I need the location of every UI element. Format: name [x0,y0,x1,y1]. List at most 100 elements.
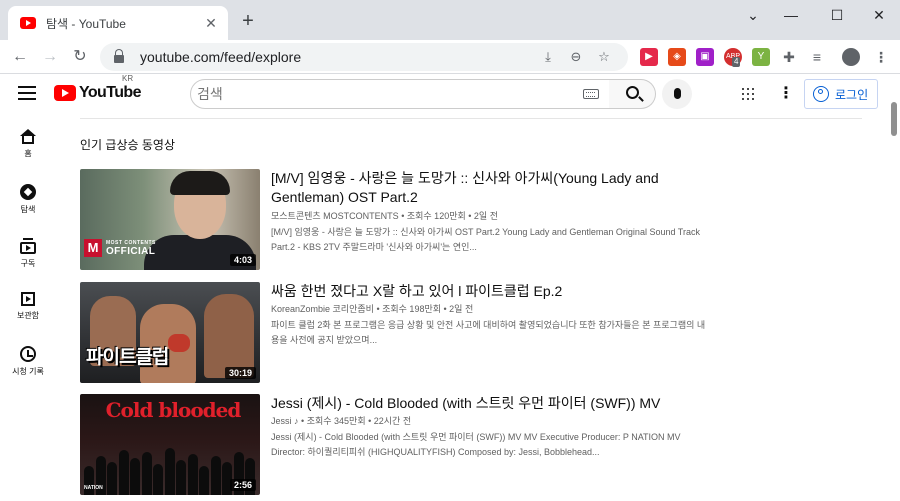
tab-title: 탐색 - YouTube [46,16,126,31]
thumbnail-dancer [187,454,198,495]
video-description: [M/V] 임영웅 - 사랑은 늘 도망가 :: 신사와 아가씨 OST Par… [271,227,700,252]
video-duration: 4:03 [229,254,256,266]
subscriptions-icon [20,238,36,254]
explore-icon [20,184,36,200]
country-code: KR [122,74,134,83]
address-bar[interactable]: youtube.com/feed/explore ⤓ ⊖ ☆ [100,43,628,71]
video-meta: KoreanZombie 코리안좀비 • 조회수 198만회 • 2일 전 [271,304,474,314]
url-text[interactable]: youtube.com/feed/explore [140,49,534,65]
keyboard-icon[interactable] [583,89,599,99]
close-window-button[interactable]: ✕ [864,6,894,24]
video-thumbnail[interactable]: 파이트클럽 30:19 [80,282,260,383]
youtube-masthead: YouTube KR ⋮ 로그인 [0,74,888,116]
sidebar-item-subscriptions[interactable]: 구독 [0,238,56,269]
browser-toolbar: ← → ↻ youtube.com/feed/explore ⤓ ⊖ ☆ ▶ ◈ ▣… [0,40,900,74]
section-title: 인기 급상승 동영상 [80,138,175,152]
thumbnail-dancer [176,460,186,495]
extension-tag-icon[interactable]: ◈ [668,48,686,66]
extension-abp-icon[interactable]: ABP4 [724,48,742,67]
video-item[interactable]: M MOST CONTENTS OFFICIAL 4:03 [M/V] 임영웅 … [80,169,720,271]
history-icon [20,346,36,362]
channel-name[interactable]: 모스트콘텐츠 MOSTCONTENTS [271,211,399,221]
section-divider [80,118,862,119]
browser-tab[interactable]: 탐색 - YouTube ✕ [8,6,228,40]
video-item[interactable]: Cold blooded NATION 2:56 Jessi (제시) - Co… [80,394,720,496]
thumbnail-dancer [199,466,209,495]
settings-more-icon[interactable]: ⋮ [778,84,794,104]
thumbnail-dancer [141,452,152,495]
extension-playlist-icon[interactable]: ≡ [808,48,826,66]
view-count: 조회수 198만회 [382,304,442,314]
microphone-icon [673,88,681,99]
reload-button[interactable]: ↻ [68,45,92,69]
sidebar-item-explore[interactable]: 탐색 [0,184,56,215]
extension-puzzle-icon[interactable]: ✚ [780,48,798,66]
sidebar-label: 시청 기록 [12,367,44,376]
tab-search-icon[interactable]: ⌄ [738,6,768,24]
lock-icon[interactable] [114,48,124,63]
install-app-icon[interactable]: ⤓ [534,49,562,65]
view-count: 조회수 345만회 [306,416,366,426]
watermark-big: OFFICIAL [106,245,156,257]
channel-name[interactable]: KoreanZombie 코리안좀비 [271,304,374,314]
video-duration: 2:56 [229,479,256,491]
thumbnail-dancer [130,458,140,495]
video-title[interactable]: 싸움 한번 졌다고 X랄 하고 있어 l 파이트클럽 Ep.2 [271,282,691,301]
guide-menu-icon[interactable] [18,86,36,100]
signin-label: 로그인 [835,87,869,102]
extension-y-icon[interactable]: Y [752,48,770,66]
upload-age: 2일 전 [473,211,498,221]
minimize-button[interactable]: — [776,6,806,24]
bookmark-star-icon[interactable]: ☆ [590,49,618,65]
voice-search-button[interactable] [662,79,692,109]
apps-grid-icon[interactable] [742,88,754,100]
thumbnail-dancer [153,464,163,495]
search-box[interactable] [190,79,610,109]
video-item[interactable]: 파이트클럽 30:19 싸움 한번 졌다고 X랄 하고 있어 l 파이트클럽 E… [80,282,720,384]
extension-purple-icon[interactable]: ▣ [696,48,714,66]
profile-avatar-icon[interactable] [842,48,860,66]
sidebar-item-history[interactable]: 시청 기록 [0,346,56,377]
scrollbar-thumb[interactable] [891,102,897,136]
search-button[interactable] [609,79,656,109]
logo-text: YouTube [79,84,141,101]
signin-button[interactable]: 로그인 [804,79,878,109]
sidebar-item-library[interactable]: 보관함 [0,292,56,321]
extension-red-icon[interactable]: ▶ [640,48,658,66]
maximize-button[interactable]: ☐ [822,6,852,24]
watermark-mark: M [84,239,102,257]
thumbnail-dancer [107,462,117,495]
video-thumbnail[interactable]: M MOST CONTENTS OFFICIAL 4:03 [80,169,260,270]
video-description: 파이트 클럽 2화 본 프로그램은 응급 상황 및 안전 사고에 대비하여 촬영… [271,320,706,345]
search-input[interactable] [197,81,583,107]
video-meta: Jessi ♪ • 조회수 345만회 • 22시간 전 [271,416,412,426]
search-icon [625,86,639,99]
tab-close-icon[interactable]: ✕ [202,15,220,32]
channel-watermark: M MOST CONTENTS OFFICIAL [84,239,156,257]
youtube-favicon-icon [20,17,36,29]
explore-feed: 인기 급상승 동영상 M MOST CONTENTS OFFICIAL 4:03… [80,116,862,501]
channel-name[interactable]: Jessi [271,416,292,426]
extension-badge: 4 [732,57,741,67]
sidebar-item-home[interactable]: 홈 [0,129,56,159]
thumbnail-dancer [210,456,221,495]
video-thumbnail[interactable]: Cold blooded NATION 2:56 [80,394,260,495]
back-button[interactable]: ← [8,45,32,69]
sidebar-label: 보관함 [16,311,40,320]
thumbnail-dancer [118,450,129,495]
video-title[interactable]: Jessi (제시) - Cold Blooded (with 스트릿 우먼 파… [271,394,691,413]
browser-menu-icon[interactable]: ⋮ [872,48,890,66]
upload-age: 22시간 전 [373,416,412,426]
sidebar-label: 홈 [24,149,32,158]
thumbnail-dancer [164,448,175,495]
forward-button[interactable]: → [38,45,62,69]
video-description: Jessi (제시) - Cold Blooded (with 스트릿 우먼 파… [271,432,681,457]
new-tab-button[interactable]: + [238,10,258,32]
zoom-icon[interactable]: ⊖ [562,49,590,65]
thumbnail-text: 파이트클럽 [86,347,169,368]
page-scrollbar[interactable] [888,74,900,501]
music-note-icon: ♪ [294,416,299,426]
youtube-logo[interactable]: YouTube [54,84,141,102]
video-meta: 모스트콘텐츠 MOSTCONTENTS • 조회수 120만회 • 2일 전 [271,211,498,221]
video-title[interactable]: [M/V] 임영웅 - 사랑은 늘 도망가 :: 신사와 아가씨(Young L… [271,169,691,207]
